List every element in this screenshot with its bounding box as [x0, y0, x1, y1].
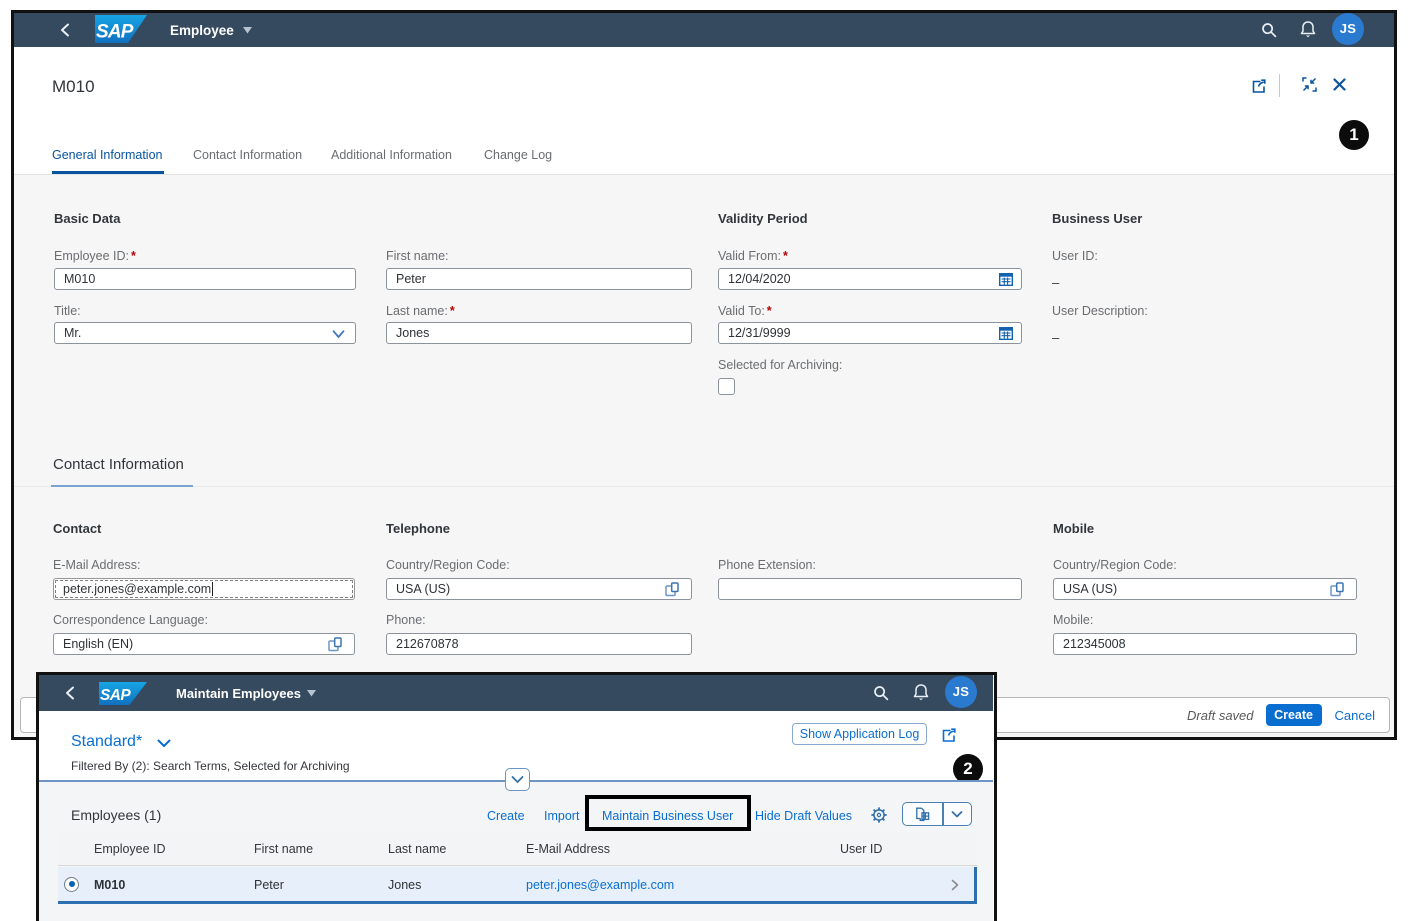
svg-text:SAP: SAP [100, 687, 131, 704]
svg-text:SAP: SAP [96, 22, 134, 43]
